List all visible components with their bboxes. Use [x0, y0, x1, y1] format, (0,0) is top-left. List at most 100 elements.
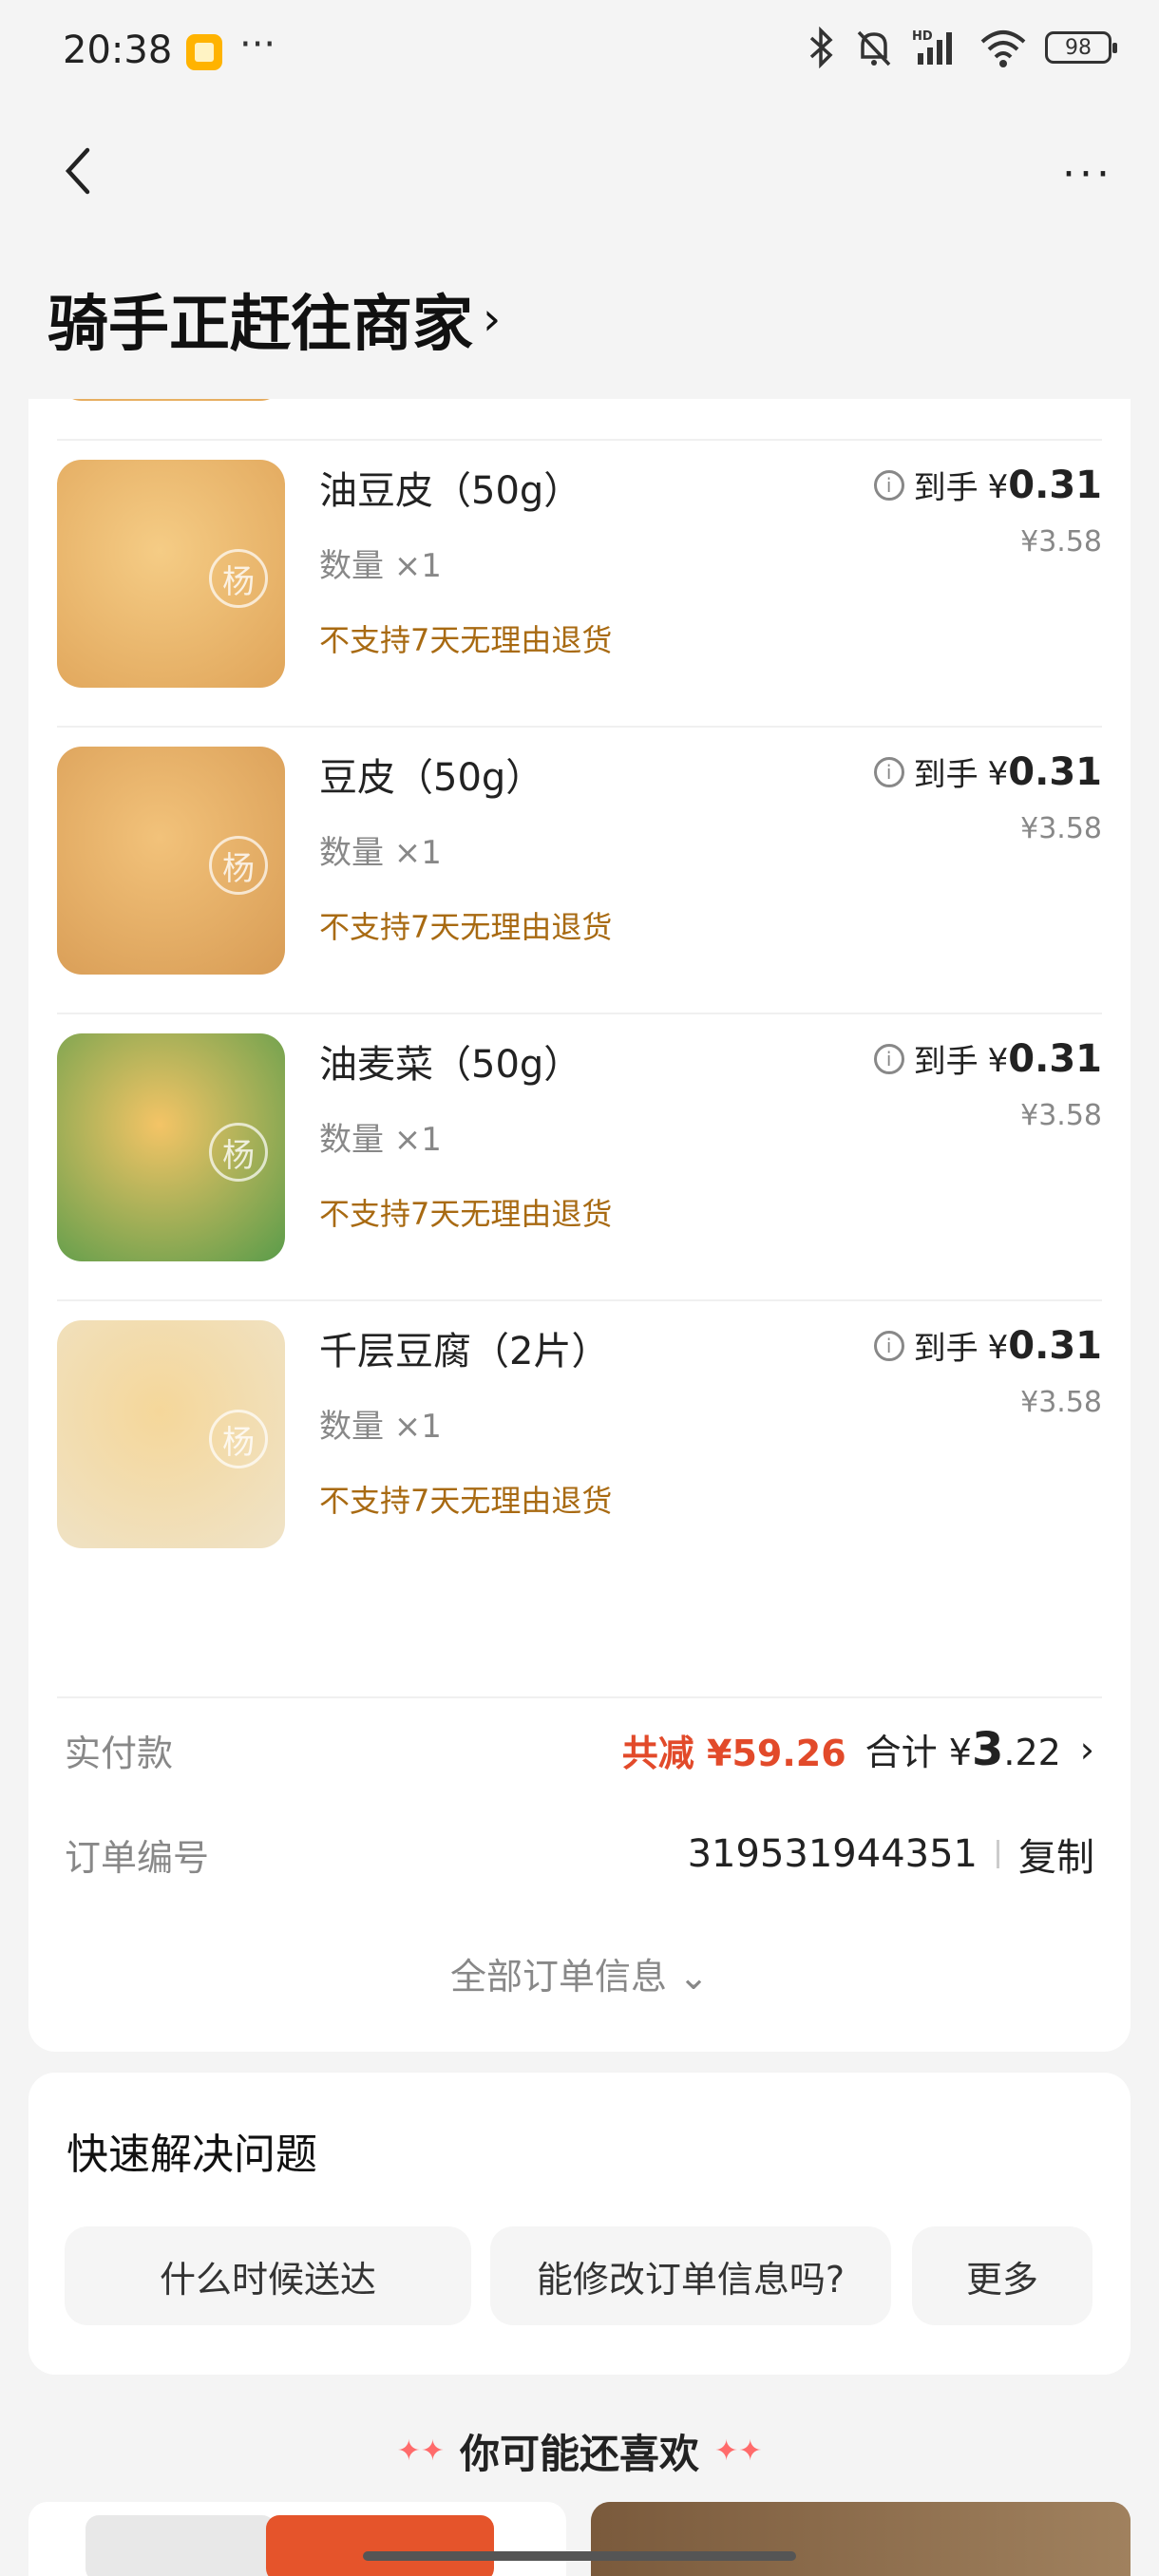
mute-bell-icon — [857, 30, 891, 66]
order-item[interactable]: 杨油豆皮（50g） 数量 ×1 不支持7天无理由退货 i 到手 ¥0.31 ¥3.58 — [28, 439, 1102, 726]
status-icons: HD 98 — [808, 27, 1117, 68]
quick-question-more[interactable]: 更多 — [912, 2226, 1092, 2325]
final-price-row[interactable]: i 到手 ¥0.31 — [873, 462, 1102, 508]
recommend-heading: ✦✦ 你可能还喜欢 ✦✦ — [0, 2422, 1159, 2480]
payment-summary-row[interactable]: 实付款 共减 ¥59.26 合计 ¥3.22 › — [65, 1721, 1094, 1778]
product-image — [591, 2502, 1130, 2576]
recommend-product-card[interactable] — [28, 2502, 566, 2576]
final-price-number: 0.31 — [1008, 1036, 1102, 1081]
product-thumbnail[interactable]: 杨 — [57, 1033, 285, 1261]
item-name: 豆皮（50g） — [319, 756, 544, 800]
currency-symbol: ¥ — [987, 467, 1009, 506]
item-info: 豆皮（50g） 数量 ×1 不支持7天无理由退货 — [319, 747, 612, 947]
signal-icon: HD — [912, 29, 952, 65]
brand-stamp-icon: 杨 — [209, 1410, 268, 1468]
battery-indicator: 98 — [1045, 31, 1117, 64]
recommend-product-card[interactable] — [591, 2502, 1130, 2576]
info-icon[interactable]: i — [873, 756, 904, 787]
summary-chevron-icon: › — [1079, 1729, 1094, 1771]
final-price-row[interactable]: i 到手 ¥0.31 — [873, 748, 1102, 795]
final-price-number: 0.31 — [1008, 749, 1102, 794]
page-title[interactable]: 骑手正赶往商家 › — [48, 275, 501, 363]
info-icon[interactable]: i — [873, 1330, 904, 1361]
info-icon[interactable]: i — [873, 469, 904, 501]
final-price-number: 0.31 — [1008, 1323, 1102, 1368]
item-price: i 到手 ¥0.31 ¥3.58 — [873, 1035, 1102, 1132]
order-items-card: 杨不支持7天无理由退货杨油豆皮（50g）数量 ×1不支持7天无理由退货i到手¥0… — [28, 399, 1130, 2052]
bluetooth-icon — [809, 27, 833, 68]
item-name: 油豆皮（50g） — [319, 469, 582, 513]
total-integer: 3 — [971, 1723, 1004, 1776]
brand-stamp-icon: 杨 — [209, 836, 268, 895]
divider — [57, 1696, 1102, 1698]
sparkle-icon: ✦✦ — [396, 2434, 445, 2468]
order-number-value: 319531944351 — [687, 1832, 978, 1876]
svg-text:HD: HD — [912, 29, 933, 44]
currency-symbol: ¥ — [987, 1041, 1009, 1080]
return-policy-note: 不支持7天无理由退货 — [319, 909, 613, 945]
item-name: 油麦菜（50g） — [319, 1043, 582, 1087]
notification-app-icon — [186, 34, 222, 70]
total-amount: 合计 ¥3.22 — [865, 1723, 1061, 1776]
sparkle-icon: ✦✦ — [714, 2434, 763, 2468]
all-order-info-toggle[interactable]: 全部订单信息 ⌄ — [28, 1947, 1130, 1999]
final-price-row[interactable]: i 到手 ¥0.31 — [873, 1322, 1102, 1369]
back-arrow-icon[interactable] — [57, 142, 99, 199]
final-price-number: 0.31 — [1008, 463, 1102, 507]
status-bar: 20:38 ··· HD 98 — [0, 0, 1159, 104]
original-price: ¥3.58 — [1020, 1099, 1102, 1132]
total-decimal: .22 — [1003, 1732, 1061, 1773]
final-price-value: ¥0.31 — [988, 1037, 1102, 1081]
brand-stamp-icon: 杨 — [209, 549, 268, 608]
quick-question-modify-order[interactable]: 能修改订单信息吗? — [490, 2226, 891, 2325]
final-price-value: ¥0.31 — [988, 464, 1102, 507]
final-price-row[interactable]: i 到手 ¥0.31 — [873, 1035, 1102, 1082]
copy-order-number-button[interactable]: 复制 — [1018, 1827, 1094, 1882]
total-label: 合计 — [864, 1732, 938, 1773]
product-thumbnail[interactable]: 杨 — [57, 460, 285, 688]
product-image — [86, 2515, 276, 2576]
final-price-value: ¥0.31 — [988, 750, 1102, 794]
product-thumbnail[interactable]: 杨 — [57, 399, 285, 401]
original-price: ¥3.58 — [1020, 812, 1102, 845]
product-thumbnail[interactable]: 杨 — [57, 747, 285, 975]
currency-symbol: ¥ — [987, 754, 1009, 793]
product-thumbnail[interactable]: 杨 — [57, 1320, 285, 1548]
brand-stamp-icon: 杨 — [209, 1123, 268, 1182]
return-policy-note: 不支持7天无理由退货 — [319, 1196, 613, 1232]
order-item[interactable]: 杨千层豆腐（2片） 数量 ×1 不支持7天无理由退货 i 到手 ¥0.31 ¥3.58 — [28, 1299, 1102, 1586]
item-info: 油麦菜（50g） 数量 ×1 不支持7天无理由退货 — [319, 1033, 612, 1234]
item-info: 油豆皮（50g） 数量 ×1 不支持7天无理由退货 — [319, 460, 612, 660]
total-symbol: ¥ — [948, 1732, 972, 1773]
item-name: 千层豆腐（2片） — [319, 1330, 610, 1373]
status-time: 20:38 — [63, 28, 173, 72]
discount-amount: 共减 ¥59.26 — [621, 1732, 846, 1774]
item-info: 千层豆腐（2片） 数量 ×1 不支持7天无理由退货 — [319, 1320, 612, 1521]
order-item[interactable]: 杨不支持7天无理由退货 — [28, 399, 1102, 439]
divider — [997, 1840, 999, 1868]
recommend-title: 你可能还喜欢 — [459, 2431, 699, 2477]
more-options-button[interactable]: ··· — [1062, 150, 1113, 199]
final-price-label: 到手 — [913, 1330, 978, 1368]
item-quantity: 数量 ×1 — [319, 547, 442, 585]
title-chevron-icon: › — [483, 293, 502, 346]
page-title-text: 骑手正赶往商家 — [48, 290, 473, 360]
item-quantity: 数量 ×1 — [319, 1121, 442, 1159]
home-indicator[interactable] — [363, 2551, 796, 2561]
quick-solve-heading: 快速解决问题 — [66, 2131, 317, 2179]
order-number-label: 订单编号 — [65, 1836, 210, 1879]
currency-symbol: ¥ — [987, 1328, 1009, 1367]
nav-bar: ··· — [0, 123, 1159, 218]
paid-label: 实付款 — [65, 1732, 174, 1774]
item-quantity: 数量 ×1 — [319, 834, 442, 872]
return-policy-note: 不支持7天无理由退货 — [319, 1483, 613, 1519]
item-price: i 到手 ¥0.31 ¥3.58 — [873, 462, 1102, 559]
original-price: ¥3.58 — [1020, 525, 1102, 559]
order-item[interactable]: 杨 豆皮（50g） 数量 ×1 不支持7天无理由退货 i 到手 ¥0.31 ¥3.58 — [28, 726, 1102, 1013]
item-quantity: 数量 ×1 — [319, 1408, 442, 1446]
final-price-label: 到手 — [913, 1043, 978, 1081]
quick-question-delivery-time[interactable]: 什么时候送达 — [65, 2226, 471, 2325]
info-icon[interactable]: i — [873, 1043, 904, 1074]
quick-solve-card: 快速解决问题 什么时候送达 能修改订单信息吗? 更多 — [28, 2073, 1130, 2375]
order-item[interactable]: 杨油麦菜（50g） 数量 ×1 不支持7天无理由退货 i 到手 ¥0.31 ¥3.58 — [28, 1013, 1102, 1299]
